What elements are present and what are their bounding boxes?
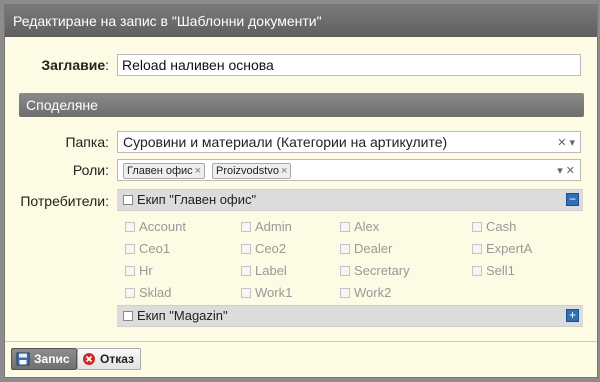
folder-select-value: Суровини и материали (Категории на артик… <box>123 134 448 150</box>
dialog-title: Редактиране на запис в "Шаблонни докумен… <box>5 5 597 37</box>
group-header-glaven-ofis[interactable]: Екип "Главен офис" − <box>117 189 583 211</box>
roles-label: Роли: <box>72 162 109 178</box>
role-tag[interactable]: Proizvodstvo × <box>211 163 292 179</box>
remove-tag-icon[interactable]: × <box>195 165 201 177</box>
user-option[interactable]: Alex <box>340 219 379 234</box>
folder-label: Папка: <box>65 134 109 150</box>
user-name: Sell1 <box>486 263 515 278</box>
user-name: Cash <box>486 219 517 234</box>
user-name: Work1 <box>255 285 293 300</box>
user-checkbox[interactable] <box>340 288 350 298</box>
group-name: Екип "Magazin" <box>137 308 228 323</box>
user-checkbox[interactable] <box>340 266 350 276</box>
user-checkbox[interactable] <box>472 244 482 254</box>
cancel-button[interactable]: Отказ <box>77 348 142 370</box>
expand-icon[interactable]: + <box>566 309 579 322</box>
user-name: Dealer <box>354 241 393 256</box>
user-option[interactable]: Account <box>125 219 186 234</box>
user-name: Ceo1 <box>139 241 171 256</box>
user-name: Admin <box>255 219 292 234</box>
user-name: Secretary <box>354 263 410 278</box>
group-name: Екип "Главен офис" <box>137 192 257 207</box>
sharing-section-header[interactable]: Споделяне <box>19 93 584 117</box>
user-option[interactable]: Work2 <box>340 285 391 300</box>
user-name: Label <box>255 263 287 278</box>
users-label: Потребители: <box>20 193 109 209</box>
user-option[interactable]: Dealer <box>340 241 392 256</box>
user-name: Ceo2 <box>255 241 287 256</box>
collapse-icon[interactable]: − <box>566 193 579 206</box>
user-option[interactable]: Hr <box>125 263 153 278</box>
folder-select[interactable]: Суровини и материали (Категории на артик… <box>117 131 581 153</box>
user-checkbox[interactable] <box>340 222 350 232</box>
user-option[interactable]: Label <box>241 263 287 278</box>
role-tag[interactable]: Главен офис × <box>123 163 206 179</box>
user-option[interactable]: Cash <box>472 219 516 234</box>
user-checkbox[interactable] <box>472 266 482 276</box>
floppy-disk-icon <box>16 352 30 366</box>
user-option[interactable]: Ceo1 <box>125 241 170 256</box>
title-field-label: Заглавие: <box>41 57 109 73</box>
user-checkbox[interactable] <box>241 222 251 232</box>
user-name: Work2 <box>354 285 392 300</box>
user-option[interactable]: Work1 <box>241 285 292 300</box>
user-checkbox[interactable] <box>125 288 135 298</box>
remove-tag-icon[interactable]: × <box>281 165 287 177</box>
roles-select[interactable]: Главен офис × Proizvodstvo × ▾ ✕ <box>117 159 581 181</box>
group-checkbox[interactable] <box>123 311 133 321</box>
user-checkbox[interactable] <box>472 222 482 232</box>
dialog-footer: Запис Отказ <box>5 341 597 377</box>
user-checkbox[interactable] <box>125 266 135 276</box>
user-name: Hr <box>139 263 153 278</box>
group-checkbox[interactable] <box>123 195 133 205</box>
save-button[interactable]: Запис <box>11 348 77 370</box>
user-checkbox[interactable] <box>125 222 135 232</box>
user-option[interactable]: Admin <box>241 219 292 234</box>
user-checkbox[interactable] <box>340 244 350 254</box>
user-name: Account <box>139 219 186 234</box>
user-option[interactable]: ExpertA <box>472 241 532 256</box>
folder-select-controls[interactable]: ✕ ▾ <box>557 134 575 153</box>
cancel-icon <box>83 353 95 365</box>
user-name: Alex <box>354 219 380 234</box>
roles-select-controls[interactable]: ▾ ✕ <box>557 162 575 181</box>
title-input[interactable]: Reload наливен основа <box>117 54 581 76</box>
user-option[interactable]: Sell1 <box>472 263 515 278</box>
user-name: ExpertA <box>486 241 533 256</box>
edit-record-dialog: Редактиране на запис в "Шаблонни докумен… <box>4 4 598 378</box>
user-checkbox[interactable] <box>241 244 251 254</box>
user-checkbox[interactable] <box>125 244 135 254</box>
user-option[interactable]: Secretary <box>340 263 410 278</box>
user-checkbox[interactable] <box>241 288 251 298</box>
dialog-content: Заглавие: Reload наливен основа Споделян… <box>5 37 597 343</box>
user-checkbox[interactable] <box>241 266 251 276</box>
user-option[interactable]: Ceo2 <box>241 241 286 256</box>
user-name: Sklad <box>139 285 172 300</box>
user-option[interactable]: Sklad <box>125 285 172 300</box>
group-header-magazin[interactable]: Екип "Magazin" + <box>117 305 583 327</box>
